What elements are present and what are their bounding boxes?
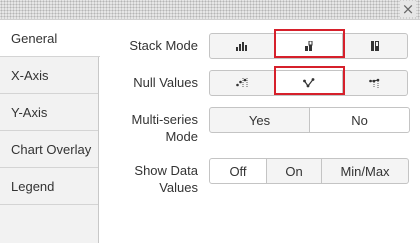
- stack-mode-group: [209, 33, 408, 59]
- tab-chart-overlay[interactable]: Chart Overlay: [0, 131, 98, 168]
- tab-y-axis[interactable]: Y-Axis: [0, 94, 98, 131]
- null-zero-button[interactable]: [342, 70, 408, 96]
- settings-sidebar: General X-Axis Y-Axis Chart Overlay Lege…: [0, 20, 100, 243]
- data-values-minmax-button[interactable]: Min/Max: [321, 158, 409, 184]
- stack-off-icon: [236, 42, 247, 51]
- show-data-values-group: Off On Min/Max: [209, 158, 409, 184]
- null-connect-icon: [302, 78, 314, 88]
- multi-series-group: Yes No: [209, 107, 410, 133]
- null-zero-icon: [369, 78, 380, 88]
- multi-series-label: Multi-series Mode: [131, 112, 198, 144]
- null-gaps-icon: [236, 78, 248, 88]
- null-values-label: Null Values: [133, 75, 198, 90]
- stack-on-icon: [304, 41, 312, 51]
- multi-series-yes-button[interactable]: Yes: [209, 107, 310, 133]
- stack-on-button[interactable]: [274, 33, 343, 59]
- null-gaps-button[interactable]: [209, 70, 275, 96]
- general-settings-panel: Stack Mode Null Values Multi-series Mode…: [100, 20, 420, 243]
- stack-100-button[interactable]: [342, 33, 408, 59]
- tab-legend[interactable]: Legend: [0, 168, 98, 205]
- multi-series-no-button[interactable]: No: [309, 107, 410, 133]
- close-icon[interactable]: ×: [400, 1, 416, 17]
- stack-mode-label: Stack Mode: [129, 38, 198, 53]
- show-data-values-label: Show Data Values: [134, 163, 198, 195]
- data-values-on-button[interactable]: On: [266, 158, 322, 184]
- tab-general[interactable]: General: [0, 20, 100, 57]
- tab-x-axis[interactable]: X-Axis: [0, 57, 98, 94]
- data-values-off-button[interactable]: Off: [209, 158, 267, 184]
- stack-100-icon: [371, 41, 379, 51]
- dialog-titlebar[interactable]: ×: [0, 0, 420, 20]
- null-connect-button[interactable]: [274, 70, 343, 96]
- stack-off-button[interactable]: [209, 33, 275, 59]
- null-values-group: [209, 70, 408, 96]
